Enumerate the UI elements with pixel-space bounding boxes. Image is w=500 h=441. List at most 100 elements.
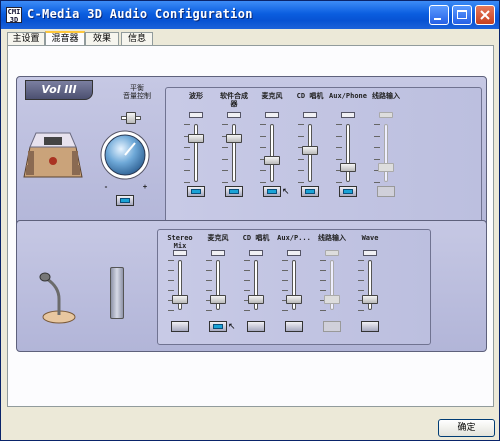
- master-mute-button[interactable]: [116, 195, 134, 206]
- channel-slider-track: [346, 124, 350, 182]
- title-bar[interactable]: CMI 3D C-Media 3D Audio Configuration: [1, 1, 499, 29]
- tick-mark: [260, 147, 266, 149]
- tick-mark: [298, 135, 304, 137]
- microphone-icon: [39, 272, 76, 324]
- tab-mixer[interactable]: 混音器: [45, 31, 85, 46]
- tick-marks: [336, 124, 342, 183]
- master-volume-knob[interactable]: [99, 129, 151, 181]
- tick-mark: [320, 280, 326, 281]
- ok-button[interactable]: 确定: [438, 419, 495, 437]
- tick-marks: [260, 124, 266, 183]
- close-button[interactable]: [475, 5, 495, 25]
- tick-mark: [206, 260, 212, 261]
- channel-select-button[interactable]: [361, 321, 379, 332]
- channel-balance-knob: [379, 112, 393, 118]
- tick-mark: [206, 290, 212, 291]
- channel-select-button[interactable]: [247, 321, 265, 332]
- tick-mark: [320, 310, 326, 311]
- minimize-button[interactable]: [429, 5, 449, 25]
- tick-mark: [282, 310, 288, 311]
- tick-mark: [184, 147, 190, 149]
- channel-slider-track: [194, 124, 198, 182]
- tick-mark: [320, 290, 326, 291]
- tab-main-settings[interactable]: 主设置: [7, 32, 45, 45]
- tick-mark: [336, 124, 342, 125]
- balance-slider[interactable]: [126, 112, 136, 124]
- tick-mark: [282, 270, 288, 271]
- tab-info[interactable]: 信息: [121, 32, 153, 45]
- channel-label: 线路输入: [372, 92, 400, 100]
- tick-marks: [222, 124, 228, 183]
- tick-mark: [298, 124, 304, 125]
- channel-volume-slider[interactable]: [264, 155, 280, 165]
- channel-select-button[interactable]: [285, 321, 303, 332]
- tick-mark: [336, 182, 342, 183]
- tab-effects[interactable]: 效果: [85, 32, 119, 45]
- tick-mark: [168, 280, 174, 281]
- tick-mark: [260, 135, 266, 137]
- tick-mark: [374, 135, 380, 137]
- tick-mark: [244, 280, 250, 281]
- channel-balance-knob[interactable]: [211, 250, 225, 256]
- tick-mark: [222, 124, 228, 125]
- maximize-button[interactable]: [452, 5, 472, 25]
- channel-volume-slider[interactable]: [302, 146, 318, 156]
- app-icon: CMI 3D: [6, 7, 22, 24]
- channel-volume-slider[interactable]: [226, 133, 242, 143]
- channel-balance-knob[interactable]: [287, 250, 301, 256]
- tick-mark: [358, 260, 364, 261]
- tick-mark: [374, 158, 380, 160]
- channel-volume-slider[interactable]: [248, 294, 264, 304]
- mouse-cursor-icon: ↖: [282, 187, 290, 197]
- channel-balance-knob[interactable]: [189, 112, 203, 118]
- channel-volume-slider: [324, 294, 340, 304]
- tick-mark: [260, 182, 266, 183]
- balance-label: 平衡 音量控制: [123, 84, 151, 100]
- channel-balance-knob[interactable]: [303, 112, 317, 118]
- channel-balance-knob[interactable]: [265, 112, 279, 118]
- channel-mute-button[interactable]: [187, 186, 205, 197]
- tick-mark: [374, 182, 380, 183]
- tick-mark: [244, 270, 250, 271]
- tick-mark: [282, 280, 288, 281]
- channel-balance-knob[interactable]: [341, 112, 355, 118]
- mouse-cursor-icon: ↖: [228, 322, 236, 332]
- tick-mark: [222, 158, 228, 160]
- knob-max-label: +: [142, 183, 148, 191]
- knob-min-label: -: [103, 183, 109, 191]
- channel-volume-slider[interactable]: [362, 294, 378, 304]
- tick-mark: [374, 124, 380, 125]
- close-icon: [480, 10, 490, 20]
- channel-mute-button[interactable]: [225, 186, 243, 197]
- tick-mark: [358, 270, 364, 271]
- tick-marks: [184, 124, 190, 183]
- channel-balance-knob[interactable]: [249, 250, 263, 256]
- channel-slider-track: [384, 124, 388, 182]
- tick-mark: [320, 270, 326, 271]
- tick-mark: [206, 310, 212, 311]
- channel-mute-button[interactable]: [263, 186, 281, 197]
- channel-volume-slider[interactable]: [286, 294, 302, 304]
- channel-balance-knob[interactable]: [227, 112, 241, 118]
- channel-volume-slider[interactable]: [210, 294, 226, 304]
- channel-select-button[interactable]: [171, 321, 189, 332]
- tick-marks: [374, 124, 380, 183]
- window-title: C-Media 3D Audio Configuration: [27, 7, 253, 21]
- tick-mark: [358, 290, 364, 291]
- channel-mute-button[interactable]: [301, 186, 319, 197]
- tick-mark: [184, 124, 190, 125]
- channel-volume-slider[interactable]: [340, 163, 356, 173]
- channel-volume-slider[interactable]: [172, 294, 188, 304]
- tick-mark: [244, 310, 250, 311]
- channel-volume-slider[interactable]: [188, 133, 204, 143]
- channel-mute-button[interactable]: [339, 186, 357, 197]
- channel-balance-knob[interactable]: [173, 250, 187, 256]
- tick-mark: [206, 280, 212, 281]
- channel-balance-knob[interactable]: [363, 250, 377, 256]
- tick-mark: [336, 147, 342, 149]
- channel-volume-slider: [378, 163, 394, 173]
- channel-select-button[interactable]: [209, 321, 227, 332]
- channel-slider-track: [232, 124, 236, 182]
- recording-channels: Stereo Mix 麦克风 ↖ CD 唱机 Aux/P... 线路输入 Wave: [157, 229, 431, 345]
- tick-mark: [168, 260, 174, 261]
